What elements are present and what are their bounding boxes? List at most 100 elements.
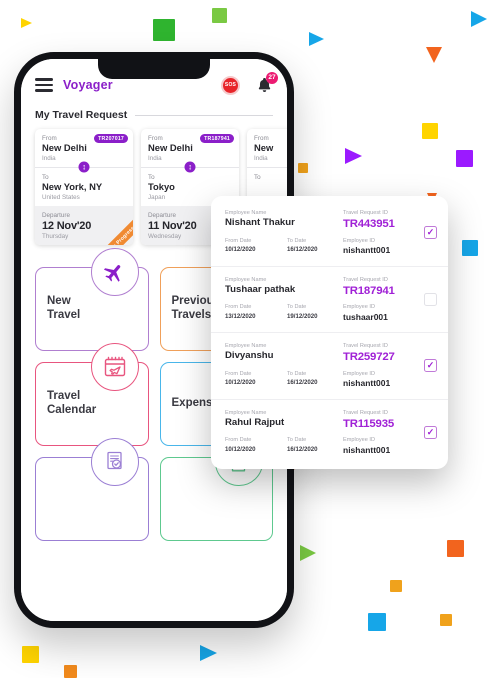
page-title: My Travel Request [35, 109, 128, 121]
from-date-value: 13/12/2020 [225, 312, 256, 320]
request-id-badge: TR187941 [200, 134, 234, 144]
from-date-label: From Date [225, 237, 252, 244]
confetti-square [440, 614, 452, 626]
from-date-value: 10/12/2020 [225, 445, 256, 453]
confetti-triangle-down [426, 47, 442, 63]
from-date-value: 10/12/2020 [225, 246, 256, 254]
row-content: Employee Name Tushaar pathak Travel Reques… [225, 276, 416, 324]
travel-request-id-label: Travel Request ID [343, 409, 388, 416]
to-date-value: 19/12/2020 [287, 312, 318, 320]
from-date-value: 10/12/2020 [225, 379, 256, 387]
travel-request-row[interactable]: Employee Name Nishant Thakur Travel Reques… [211, 200, 448, 266]
from-country: India [148, 154, 162, 162]
to-date-value: 16/12/2020 [287, 445, 318, 453]
travel-request-row[interactable]: Employee Name Rahul Rajput Travel Request … [211, 398, 448, 466]
phone-notch [98, 59, 210, 79]
travel-request-id-label: Travel Request ID [343, 210, 388, 216]
hamburger-menu-icon[interactable] [35, 78, 53, 92]
notification-badge: 27 [266, 71, 278, 84]
employee-name-value: Tushaar pathak [225, 283, 296, 295]
notification-bell-button[interactable]: 27 [256, 71, 278, 95]
airplane-icon [90, 247, 139, 296]
confetti-square [390, 580, 402, 592]
travel-request-id-label: Travel Request ID [343, 343, 388, 349]
employee-name-label: Employee Name [225, 210, 267, 216]
from-city: New Delhi [42, 142, 87, 153]
from-city: New Delhi [148, 142, 193, 153]
travel-request-id-label: Travel Request ID [343, 276, 388, 283]
feature-tile-item-5[interactable]: $ [159, 437, 273, 541]
confetti-square [153, 19, 175, 41]
confetti-square [447, 540, 464, 557]
travel-request-row[interactable]: Employee Name Tushaar pathak Travel Reques… [211, 265, 448, 333]
feature-tile-item-4[interactable] [35, 437, 149, 541]
to-country: United States [42, 193, 80, 201]
section-header: My Travel Request [21, 103, 287, 121]
to-date-label: To Date [287, 304, 307, 311]
confetti-triangle-right [345, 148, 362, 164]
from-country: India [42, 154, 56, 162]
row-checkbox[interactable]: ✓ [424, 359, 437, 373]
confetti-triangle-right [471, 11, 487, 27]
employee-id-value: tushaar001 [343, 311, 388, 322]
sos-button[interactable]: SOS [221, 75, 240, 95]
confetti-square [64, 665, 77, 678]
confetti-triangle-right [309, 32, 324, 46]
from-date-label: From Date [225, 370, 252, 377]
to-date-label: To Date [287, 370, 307, 377]
travel-request-id-value: TR259727 [343, 351, 395, 364]
from-date-label: From Date [225, 437, 252, 444]
to-date-label: To Date [287, 237, 307, 244]
to-city [254, 182, 287, 193]
from-date-label: From Date [225, 304, 252, 311]
departure-label: Departure [42, 211, 71, 219]
employee-id-label: Employee ID [343, 437, 376, 444]
app-brand-title: Voyager [63, 78, 113, 92]
employee-name-label: Employee Name [225, 343, 267, 349]
employee-id-label: Employee ID [343, 237, 376, 244]
confetti-square [422, 123, 438, 139]
to-city: New York, NY [42, 180, 103, 192]
feature-tile-label: New Travel [47, 295, 81, 321]
employee-id-value: nishantt001 [343, 378, 391, 389]
travel-request-list-panel: Employee Name Nishant Thakur Travel Reques… [211, 196, 448, 469]
section-divider [135, 114, 273, 116]
employee-id-value: nishantt001 [343, 245, 391, 256]
employee-name-label: Employee Name [225, 276, 267, 283]
employee-name-value: Rahul Rajput [225, 416, 285, 428]
confetti-square [22, 646, 39, 663]
confetti-square [368, 613, 386, 631]
to-city: Tokyo [148, 180, 175, 192]
travel-request-card[interactable]: TR207017 From New Delhi India ↕ To New York, N… [35, 129, 133, 245]
feature-tile-new[interactable]: New Travel [35, 247, 149, 351]
confetti-triangle-right [300, 545, 316, 561]
travel-request-id-value: TR115935 [343, 417, 394, 430]
row-checkbox[interactable] [424, 292, 437, 306]
feature-tile-travel[interactable]: Travel Calendar [35, 342, 149, 446]
employee-id-label: Employee ID [343, 304, 376, 311]
confetti-square [212, 8, 227, 23]
row-content: Employee Name Nishant Thakur Travel Reques… [225, 209, 416, 257]
travel-request-row[interactable]: Employee Name Divyanshu Travel Request ID T… [211, 332, 448, 399]
to-label: To [148, 173, 155, 181]
row-checkbox[interactable]: ✓ [424, 425, 437, 439]
row-content: Employee Name Rahul Rajput Travel Request … [225, 409, 416, 457]
approval-document-icon [90, 437, 139, 486]
employee-name-value: Nishant Thakur [225, 217, 295, 229]
row-content: Employee Name Divyanshu Travel Request ID T… [225, 342, 416, 390]
confetti-triangle-right [200, 645, 217, 661]
travel-request-id-value: TR443951 [343, 218, 395, 231]
to-date-value: 16/12/2020 [287, 379, 318, 387]
from-country: India [254, 154, 268, 162]
travel-request-id-value: TR187941 [343, 284, 395, 297]
feature-tile-label: Travel Calendar [47, 390, 97, 416]
confetti-triangle-right [21, 18, 32, 28]
row-checkbox[interactable]: ✓ [424, 226, 437, 240]
to-label: To [42, 173, 49, 181]
confetti-square [456, 150, 473, 167]
from-label: From [254, 135, 269, 142]
employee-id-value: nishantt001 [343, 444, 391, 455]
employee-name-label: Employee Name [225, 409, 267, 416]
departure-date: 12 Nov'20 [42, 219, 92, 232]
to-date-value: 16/12/2020 [287, 246, 318, 254]
